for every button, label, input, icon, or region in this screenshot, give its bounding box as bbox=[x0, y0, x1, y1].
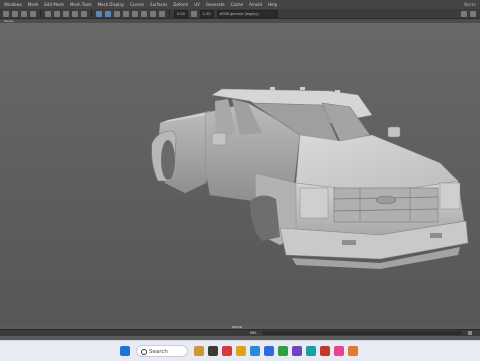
app-icon-red[interactable] bbox=[222, 346, 232, 356]
search-icon bbox=[141, 349, 147, 355]
menu-cache[interactable]: Cache bbox=[231, 2, 243, 7]
start-icon[interactable] bbox=[120, 346, 130, 356]
workspace-selector[interactable]: Works bbox=[464, 2, 476, 7]
bookmark-icon[interactable] bbox=[21, 10, 27, 17]
widgets-icon[interactable] bbox=[194, 346, 204, 356]
menu-deform[interactable]: Deform bbox=[173, 2, 188, 7]
viewport-3d[interactable] bbox=[0, 23, 480, 325]
smooth-shade-icon[interactable] bbox=[105, 10, 111, 17]
xray-icon[interactable] bbox=[159, 10, 165, 17]
toolbar-divider bbox=[91, 10, 92, 17]
menu-arnold[interactable]: Arnold bbox=[249, 2, 262, 7]
film-gate-icon[interactable] bbox=[54, 10, 60, 17]
panel-toolbar: 0.00 1.00 sRGB gamma (legacy) bbox=[0, 9, 480, 19]
command-input[interactable] bbox=[262, 331, 462, 335]
textured-icon[interactable] bbox=[114, 10, 120, 17]
command-line: MEL bbox=[0, 329, 480, 336]
resolution-gate-icon[interactable] bbox=[63, 10, 69, 17]
menu-mesh-tools[interactable]: Mesh Tools bbox=[70, 2, 92, 7]
toolbar-divider bbox=[40, 10, 41, 17]
menu-help[interactable]: Help bbox=[268, 2, 277, 7]
maximize-panel-icon[interactable] bbox=[470, 10, 476, 17]
field-chart-icon[interactable] bbox=[81, 10, 87, 17]
instagram-icon[interactable] bbox=[334, 346, 344, 356]
exposure-field[interactable]: 0.00 bbox=[174, 9, 188, 18]
app-icon-dark-red[interactable] bbox=[320, 346, 330, 356]
mel-label[interactable]: MEL bbox=[250, 330, 257, 336]
menu-mesh-display[interactable]: Mesh Display bbox=[98, 2, 125, 7]
search-box[interactable]: Search bbox=[136, 345, 188, 357]
truck-model bbox=[151, 87, 469, 269]
app-icon-purple[interactable] bbox=[292, 346, 302, 356]
search-label: Search bbox=[149, 349, 168, 355]
lock-camera-icon[interactable] bbox=[12, 10, 18, 17]
ambient-occlusion-icon[interactable] bbox=[141, 10, 147, 17]
file-explorer-icon[interactable] bbox=[236, 346, 246, 356]
panel-layout-icon[interactable] bbox=[461, 10, 467, 17]
menu-curves[interactable]: Curves bbox=[130, 2, 144, 7]
grid-icon[interactable] bbox=[45, 10, 51, 17]
toolbar-divider bbox=[169, 10, 170, 17]
menu-generate[interactable]: Generate bbox=[206, 2, 225, 7]
windows-taskbar: Search bbox=[0, 340, 480, 361]
gamma-field[interactable]: 1.00 bbox=[199, 9, 214, 18]
chrome-icon[interactable] bbox=[278, 346, 288, 356]
gate-mask-icon[interactable] bbox=[72, 10, 78, 17]
color-space-dropdown[interactable]: sRGB gamma (legacy) bbox=[216, 9, 278, 18]
maya-icon[interactable] bbox=[306, 346, 316, 356]
gamma-icon[interactable] bbox=[190, 10, 197, 17]
store-icon[interactable] bbox=[264, 346, 274, 356]
menu-windows[interactable]: Windows bbox=[4, 2, 22, 7]
select-camera-icon[interactable] bbox=[3, 10, 9, 17]
toolbar-right-icons bbox=[461, 10, 476, 17]
shadows-icon[interactable] bbox=[132, 10, 138, 17]
script-editor-icon[interactable] bbox=[468, 331, 472, 335]
menu-surfaces[interactable]: Surfaces bbox=[150, 2, 167, 7]
menu-bar: Windows Mesh Edit Mesh Mesh Tools Mesh D… bbox=[0, 0, 480, 9]
image-plane-icon[interactable] bbox=[30, 10, 36, 17]
app-icon-orange[interactable] bbox=[348, 346, 358, 356]
lights-icon[interactable] bbox=[123, 10, 129, 17]
edge-icon[interactable] bbox=[250, 346, 260, 356]
task-view-icon[interactable] bbox=[208, 346, 218, 356]
menu-uv[interactable]: UV bbox=[194, 2, 200, 7]
wireframe-icon[interactable] bbox=[96, 10, 102, 17]
isolate-select-icon[interactable] bbox=[150, 10, 156, 17]
menu-edit-mesh[interactable]: Edit Mesh bbox=[44, 2, 64, 7]
menu-mesh[interactable]: Mesh bbox=[28, 2, 39, 7]
